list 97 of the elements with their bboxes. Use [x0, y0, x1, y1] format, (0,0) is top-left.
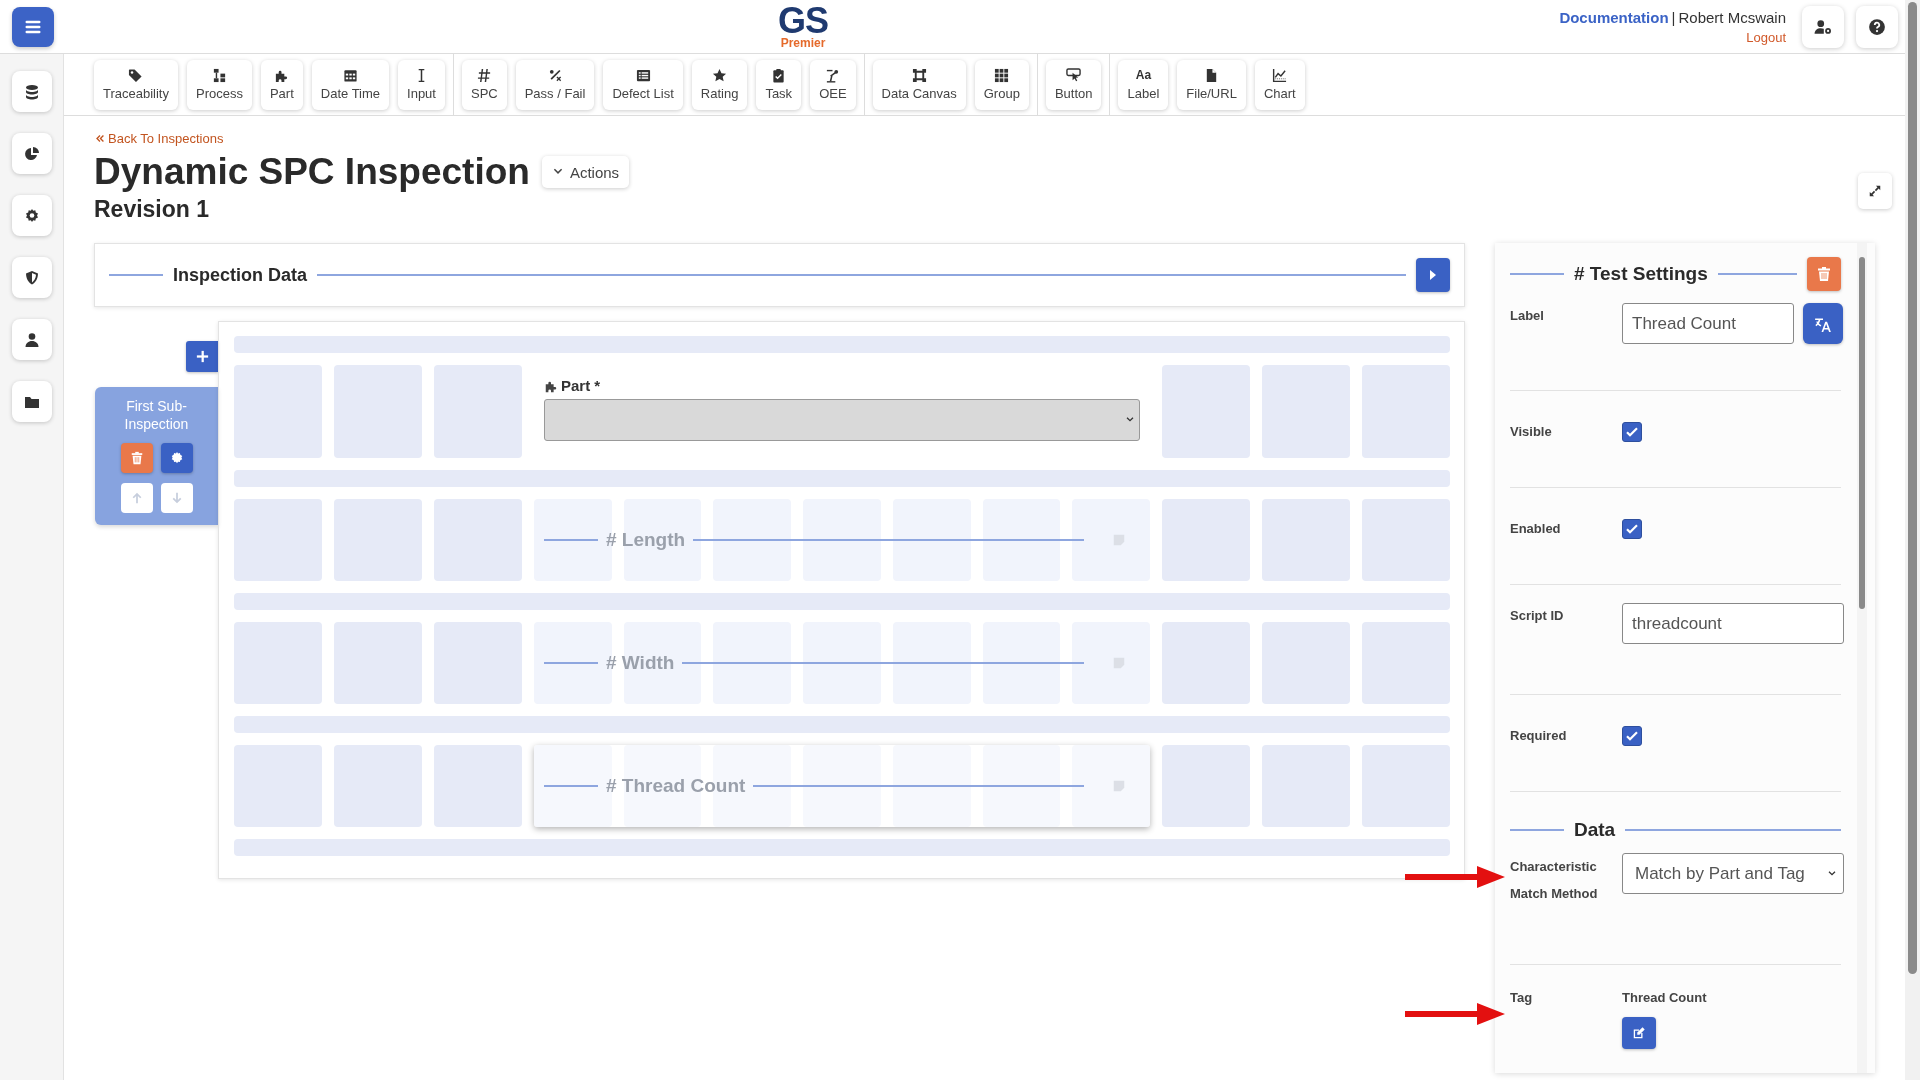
panel-title: # Test Settings: [1574, 263, 1708, 285]
toolbox-button[interactable]: Input: [398, 59, 445, 110]
sidebar-button[interactable]: [11, 381, 52, 422]
field-heading: # Length: [606, 529, 686, 551]
list-icon: [635, 68, 651, 83]
field-label: Required: [1510, 727, 1568, 745]
pointer-icon: [1066, 68, 1082, 83]
toolbox-button[interactable]: Rating: [691, 59, 748, 110]
section-title: Inspection Data: [173, 264, 308, 286]
delete-button[interactable]: [1807, 257, 1841, 291]
toolbox-button[interactable]: SPC: [461, 59, 507, 110]
shield-icon: [23, 269, 40, 286]
user-settings-icon: [1814, 17, 1832, 36]
field-label: Characteristic Match Method: [1510, 858, 1599, 903]
collapse-button[interactable]: [1416, 258, 1450, 292]
revision-label: Revision 1: [94, 196, 211, 223]
tag-icon: [128, 68, 144, 83]
checkbox[interactable]: [1622, 519, 1642, 539]
hash-icon: [476, 68, 492, 83]
page-title: Dynamic SPC Inspection: [94, 150, 530, 194]
text-icon: Aa: [1135, 68, 1152, 83]
expand-button[interactable]: [1858, 173, 1892, 209]
sidebar-button[interactable]: [11, 133, 52, 174]
field-label: Script ID: [1510, 607, 1565, 625]
documentation-link[interactable]: Documentation: [1559, 8, 1669, 26]
menu-button[interactable]: [12, 6, 54, 47]
toolbox-button[interactable]: Aa Label: [1118, 59, 1169, 110]
trash-icon: [129, 451, 144, 465]
toolbox-button[interactable]: Part: [260, 59, 303, 110]
checkbox[interactable]: [1622, 422, 1642, 442]
arrow-icon: [1405, 865, 1505, 889]
field-label: Visible: [1510, 423, 1553, 441]
plus-icon: [194, 349, 210, 364]
sidebar-button[interactable]: [11, 71, 52, 112]
note-icon: [1112, 779, 1126, 793]
toolbox-button[interactable]: Traceability: [94, 59, 178, 110]
arrow-icon: [1405, 1002, 1505, 1026]
sidebar-button[interactable]: [11, 195, 52, 236]
translate-button[interactable]: [1803, 303, 1843, 344]
toolbox-button[interactable]: File/URL: [1177, 59, 1246, 110]
sidebar-button[interactable]: [11, 257, 52, 298]
settings-button[interactable]: [160, 443, 193, 473]
sidebar-button[interactable]: [11, 319, 52, 360]
help-button[interactable]: [1856, 5, 1898, 48]
toolbox-button[interactable]: Group: [974, 59, 1029, 110]
text-field[interactable]: Thread Count: [1622, 303, 1794, 344]
edit-icon: [1632, 1026, 1646, 1040]
field-heading: # Thread Count: [606, 775, 746, 797]
machine-icon: [825, 68, 841, 83]
user-name: Robert Mcswain: [1678, 8, 1786, 26]
user-icon: [23, 331, 40, 348]
database-icon: [23, 83, 40, 100]
expand-icon: [1868, 184, 1882, 198]
calendar-icon: [342, 68, 358, 83]
delete-button[interactable]: [120, 443, 153, 473]
field-label: Part *: [561, 377, 601, 394]
settings-icon: [23, 207, 40, 224]
toolbox-button[interactable]: Data Canvas: [872, 59, 966, 110]
toolbox-button[interactable]: OEE: [810, 59, 856, 110]
field-heading: # Width: [606, 652, 675, 674]
double-chevron-left-icon: [94, 133, 105, 144]
field-label: Enabled: [1510, 520, 1562, 538]
toolbox-button[interactable]: Task: [756, 59, 802, 110]
logo: GS Premier: [778, 3, 828, 49]
separator: |: [1671, 8, 1676, 26]
help-icon: [1868, 17, 1886, 36]
grid-icon: [994, 68, 1010, 83]
toolbox-button[interactable]: Process: [187, 59, 252, 110]
sub-inspection-title: First Sub-Inspection: [123, 397, 190, 433]
frame-icon: [911, 68, 927, 83]
edit-button[interactable]: [1622, 1017, 1656, 1049]
line-chart-icon: [1272, 68, 1288, 83]
dropdown[interactable]: Match by Part and Tag: [1622, 853, 1844, 894]
puzzle-icon: [274, 68, 290, 83]
trash-icon: [1816, 266, 1832, 282]
toolbox-button[interactable]: Date Time: [311, 59, 390, 110]
user-settings-button[interactable]: [1802, 5, 1844, 48]
checkbox[interactable]: [1622, 726, 1642, 746]
tag-value: Thread Count: [1622, 989, 1707, 1007]
settings-icon: [169, 451, 184, 465]
toolbox-button[interactable]: Chart: [1254, 59, 1305, 110]
add-button[interactable]: [186, 341, 218, 372]
field-label: Label: [1510, 307, 1545, 325]
pie-chart-icon: [23, 145, 40, 162]
toolbox-button[interactable]: Pass / Fail: [515, 59, 595, 110]
clipboard-icon: [771, 68, 787, 83]
logout-link[interactable]: Logout: [1746, 29, 1786, 45]
field-label: Tag: [1510, 989, 1534, 1007]
back-link[interactable]: Back To Inspections: [94, 131, 630, 146]
section-title: Data: [1574, 819, 1616, 841]
toolbox-button[interactable]: Button: [1045, 59, 1102, 110]
star-icon: [712, 68, 728, 83]
text-field[interactable]: threadcount: [1622, 603, 1844, 644]
actions-button[interactable]: Actions: [541, 156, 630, 188]
process-icon: [211, 68, 227, 83]
toolbox-button[interactable]: Defect List: [603, 59, 683, 110]
percent-icon: [547, 68, 563, 83]
